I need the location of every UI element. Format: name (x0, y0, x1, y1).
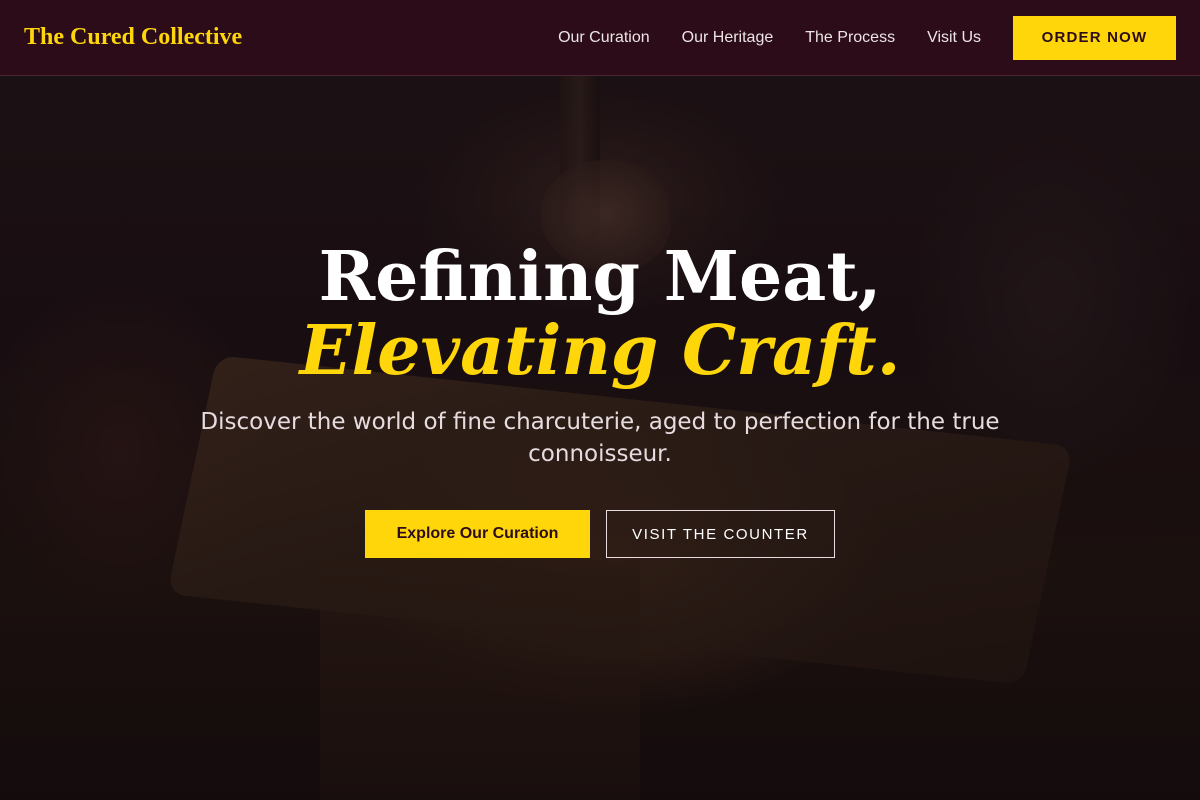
hero-headline-line1: Refining Meat, (318, 237, 882, 317)
nav-link-our-curation[interactable]: Our Curation (558, 29, 650, 47)
order-now-button[interactable]: ORDER NOW (1013, 15, 1176, 60)
main-nav: Our Curation Our Heritage The Process Vi… (558, 15, 1176, 60)
hero-cta-row: Explore Our Curation VISIT THE COUNTER (0, 510, 1200, 558)
top-navbar: The Cured Collective Our Curation Our He… (0, 0, 1200, 76)
nav-link-visit-us[interactable]: Visit Us (927, 29, 981, 47)
brand-logo[interactable]: The Cured Collective (24, 24, 242, 51)
explore-curation-button[interactable]: Explore Our Curation (365, 510, 590, 558)
hero-content: Refining Meat, Elevating Craft. Discover… (0, 240, 1200, 558)
hero-headline-line2: Elevating Craft. (299, 311, 901, 391)
visit-counter-button[interactable]: VISIT THE COUNTER (606, 510, 835, 558)
nav-link-the-process[interactable]: The Process (805, 29, 895, 47)
hero-subtitle: Discover the world of fine charcuterie, … (200, 409, 1000, 467)
nav-link-our-heritage[interactable]: Our Heritage (682, 29, 774, 47)
